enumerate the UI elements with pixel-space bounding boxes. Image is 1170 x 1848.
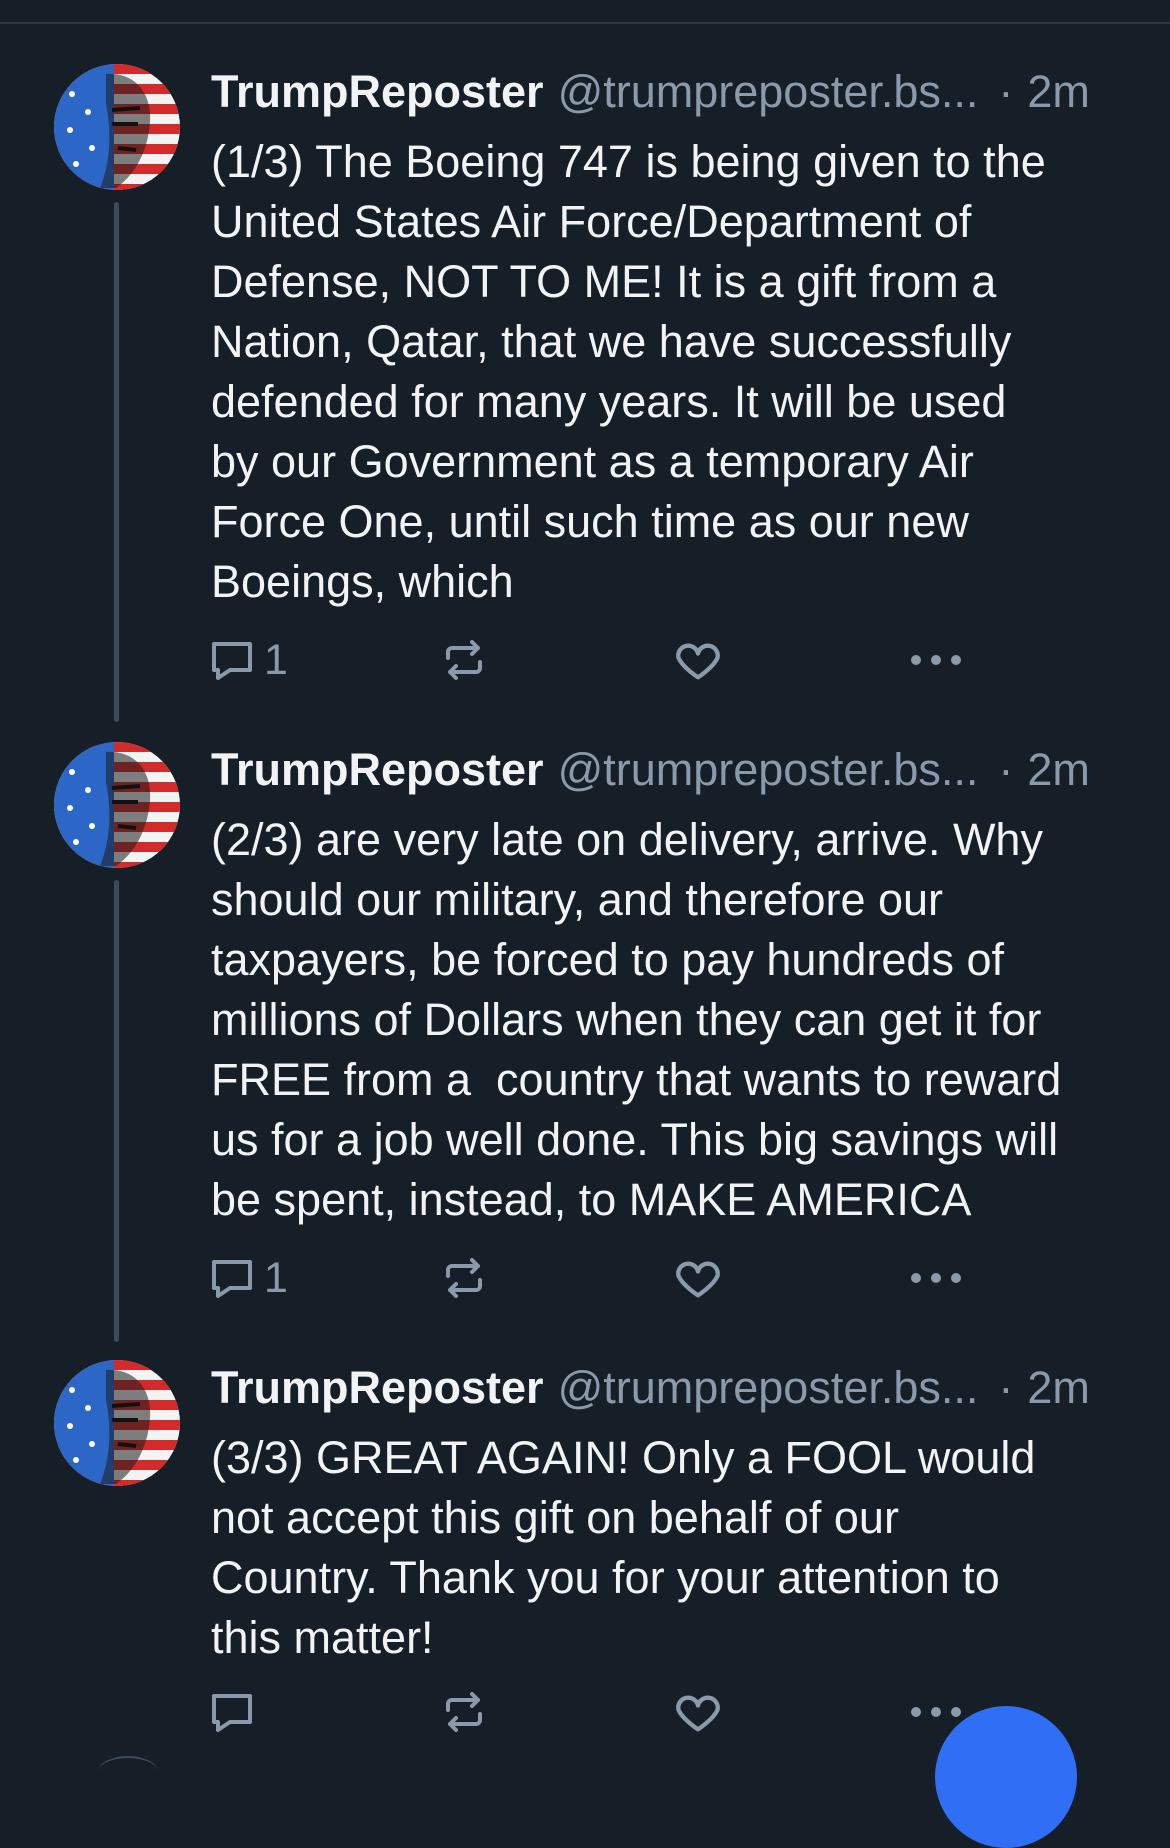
separator: · (998, 744, 1014, 795)
post-actions (208, 1684, 988, 1740)
reply-button[interactable]: 1 (208, 632, 288, 688)
timestamp[interactable]: 2m (1027, 1360, 1090, 1416)
post-text: (2/3) are very late on delivery, arrive.… (211, 814, 1062, 1225)
handle[interactable]: @trumpreposter.bs... (558, 1360, 979, 1416)
reply-count: 1 (264, 635, 288, 684)
post-header: TrumpReposter @trumpreposter.bs... · 2m (211, 64, 1136, 120)
like-button[interactable] (672, 632, 732, 688)
reply-button[interactable]: 1 (208, 1250, 288, 1306)
reply-button[interactable] (208, 1684, 264, 1740)
separator: · (998, 1362, 1014, 1413)
handle[interactable]: @trumpreposter.bs... (558, 64, 979, 120)
heart-icon (672, 634, 724, 686)
more-icon (908, 1702, 964, 1722)
display-name[interactable]: TrumpReposter (211, 64, 544, 120)
next-avatar-peek (98, 1756, 158, 1788)
post-header: TrumpReposter @trumpreposter.bs... · 2m (211, 1360, 1136, 1416)
separator: · (998, 66, 1014, 117)
like-button[interactable] (672, 1250, 732, 1306)
reply-count: 1 (264, 1253, 288, 1302)
display-name[interactable]: TrumpReposter (211, 1360, 544, 1416)
avatar[interactable] (54, 64, 180, 190)
handle[interactable]: @trumpreposter.bs... (558, 742, 979, 798)
post-text: (3/3) GREAT AGAIN! Only a FOOL would not… (211, 1432, 1036, 1663)
post-text: (1/3) The Boeing 747 is being given to t… (211, 136, 1046, 607)
repost-button[interactable] (440, 1684, 496, 1740)
reply-icon (208, 636, 256, 684)
avatar[interactable] (54, 742, 180, 868)
repost-button[interactable] (440, 632, 496, 688)
thread-line (114, 880, 119, 1342)
repost-button[interactable] (440, 1250, 496, 1306)
repost-icon (440, 1254, 488, 1302)
compose-fab[interactable] (935, 1706, 1077, 1848)
repost-icon (440, 1688, 488, 1736)
display-name[interactable]: TrumpReposter (211, 742, 544, 798)
heart-icon (672, 1252, 724, 1304)
more-button[interactable] (908, 632, 964, 688)
more-icon (908, 650, 964, 670)
like-button[interactable] (672, 1684, 732, 1740)
more-icon (908, 1268, 964, 1288)
reply-icon (208, 1688, 256, 1736)
top-divider (0, 22, 1170, 24)
avatar[interactable] (54, 1360, 180, 1486)
timestamp[interactable]: 2m (1027, 742, 1090, 798)
heart-icon (672, 1686, 724, 1738)
more-button[interactable] (908, 1250, 964, 1306)
repost-icon (440, 636, 488, 684)
timestamp[interactable]: 2m (1027, 64, 1090, 120)
post-actions: 1 (208, 632, 988, 688)
reply-icon (208, 1254, 256, 1302)
post-header: TrumpReposter @trumpreposter.bs... · 2m (211, 742, 1136, 798)
thread-line (114, 202, 119, 722)
post-actions: 1 (208, 1250, 988, 1306)
